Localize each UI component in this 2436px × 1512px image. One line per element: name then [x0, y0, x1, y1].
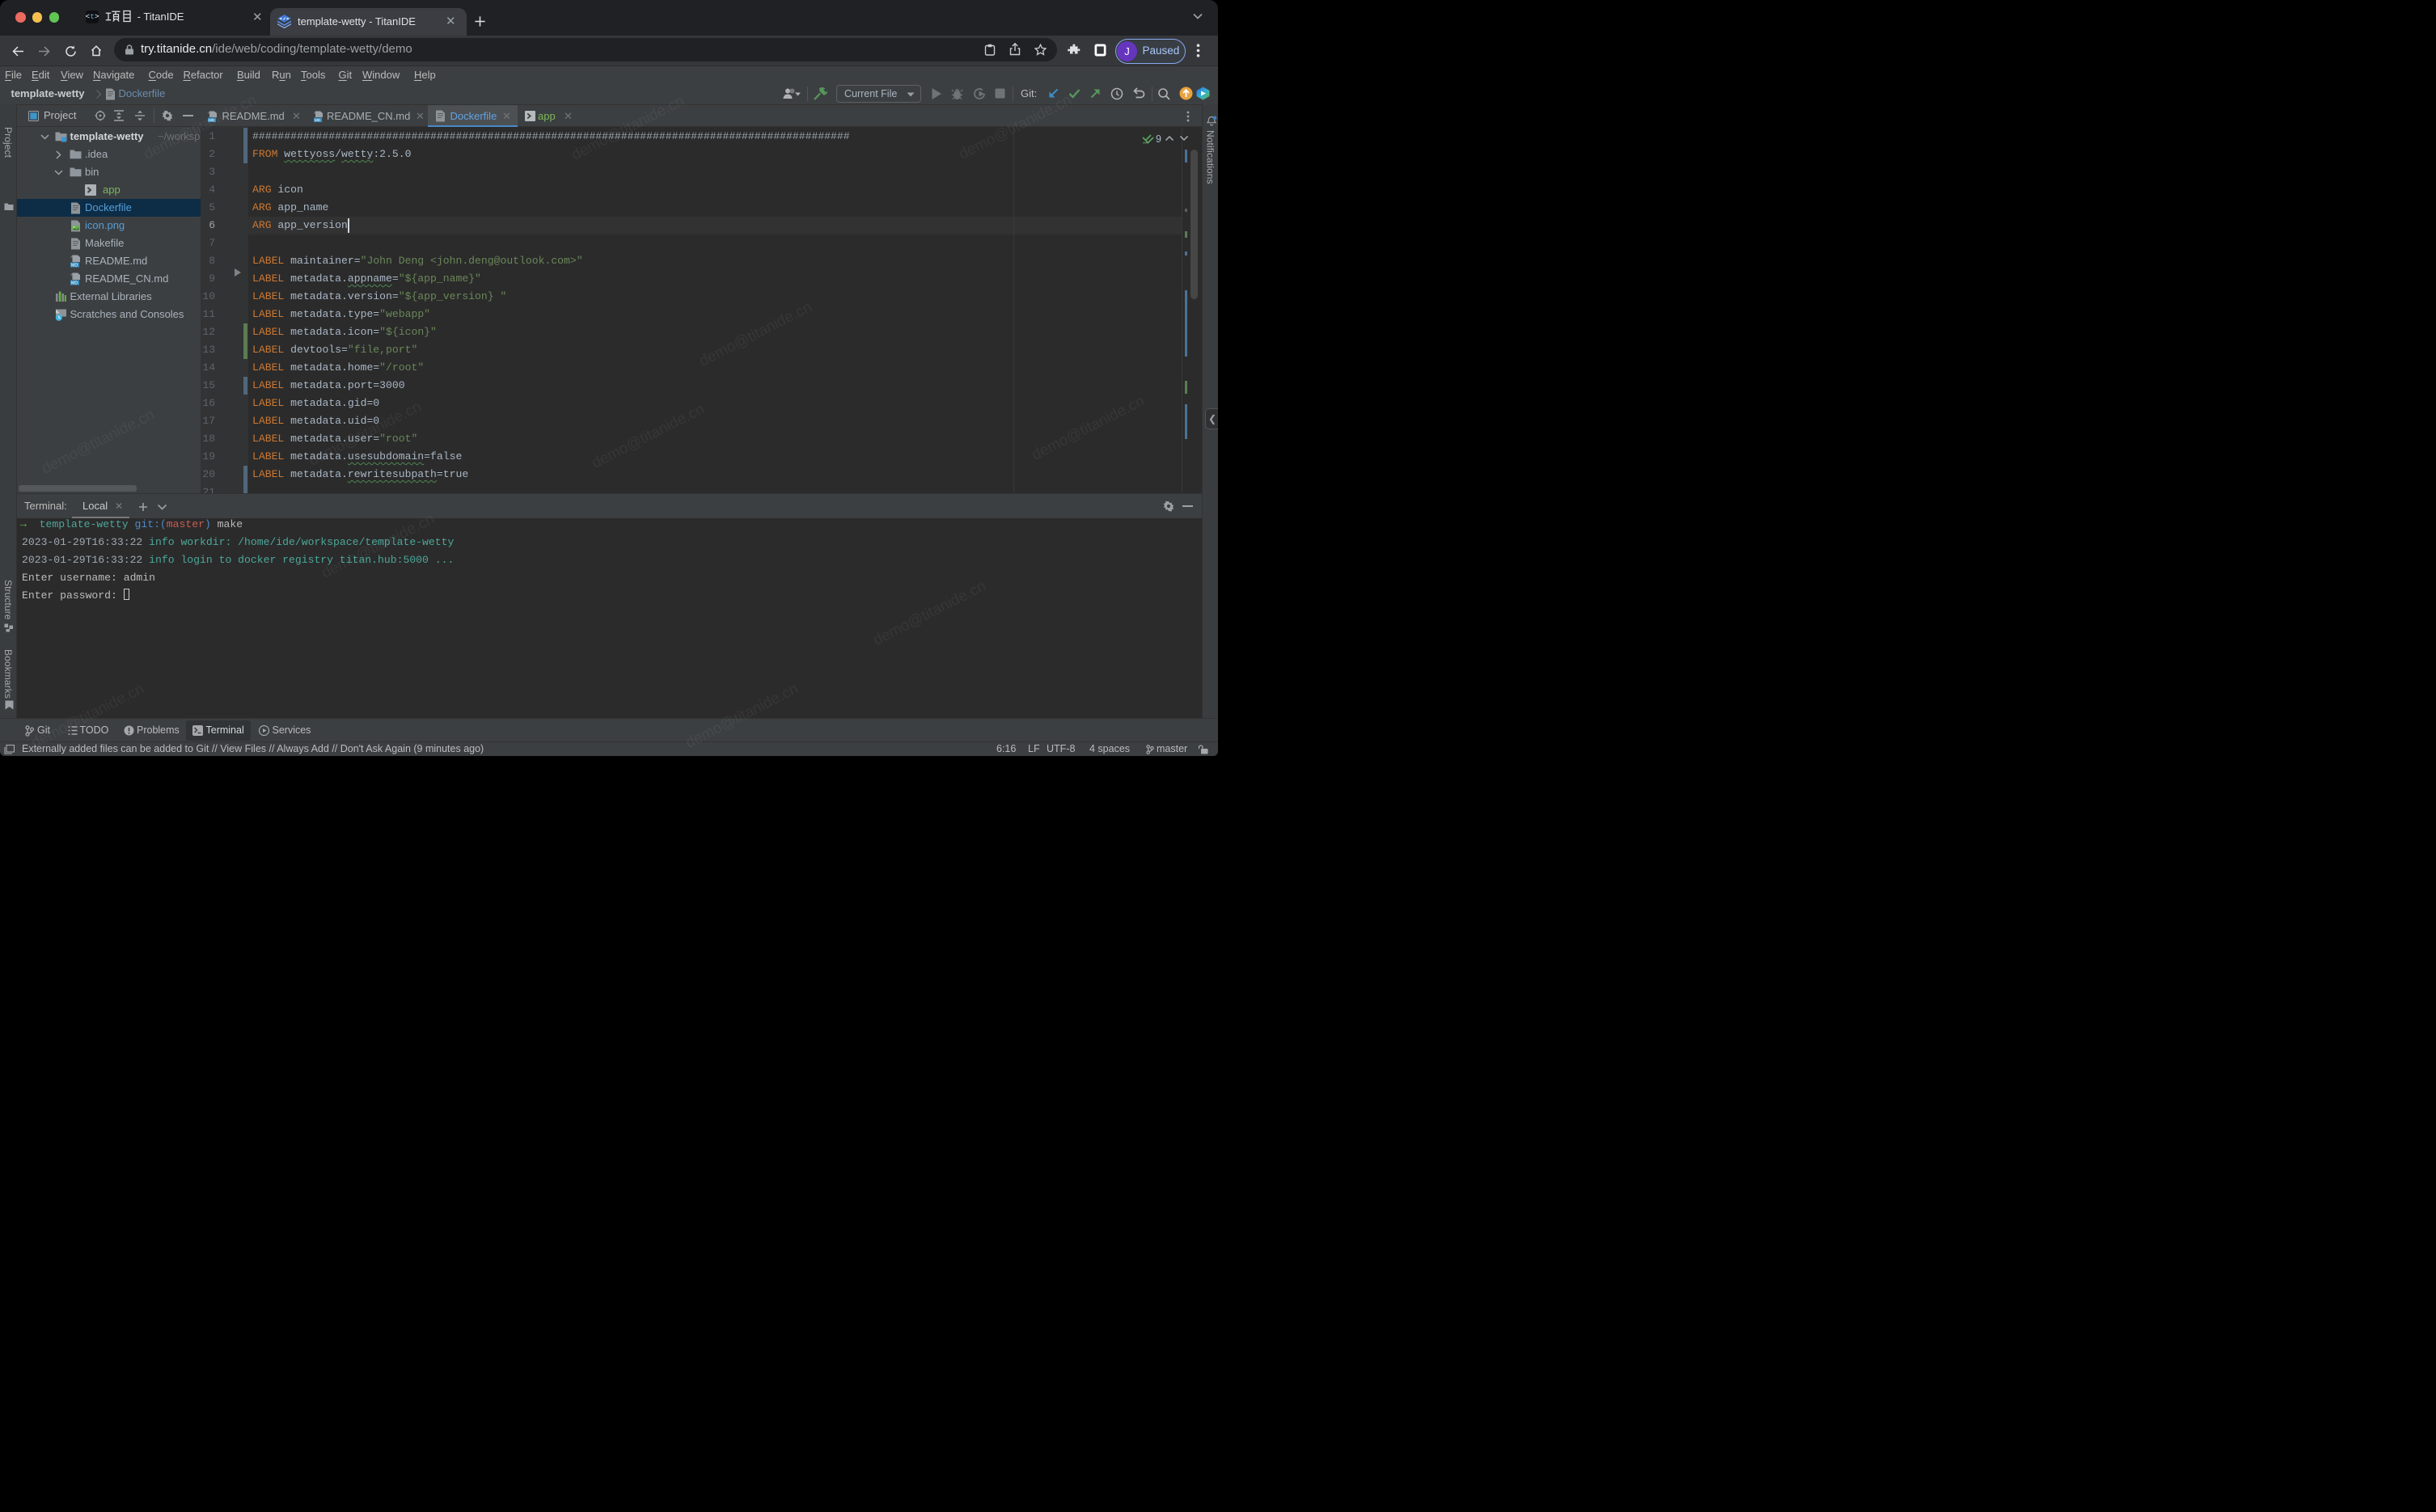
svg-text:MD: MD: [71, 281, 78, 285]
svg-text:MD: MD: [315, 118, 321, 122]
svg-text:MD: MD: [71, 264, 78, 268]
